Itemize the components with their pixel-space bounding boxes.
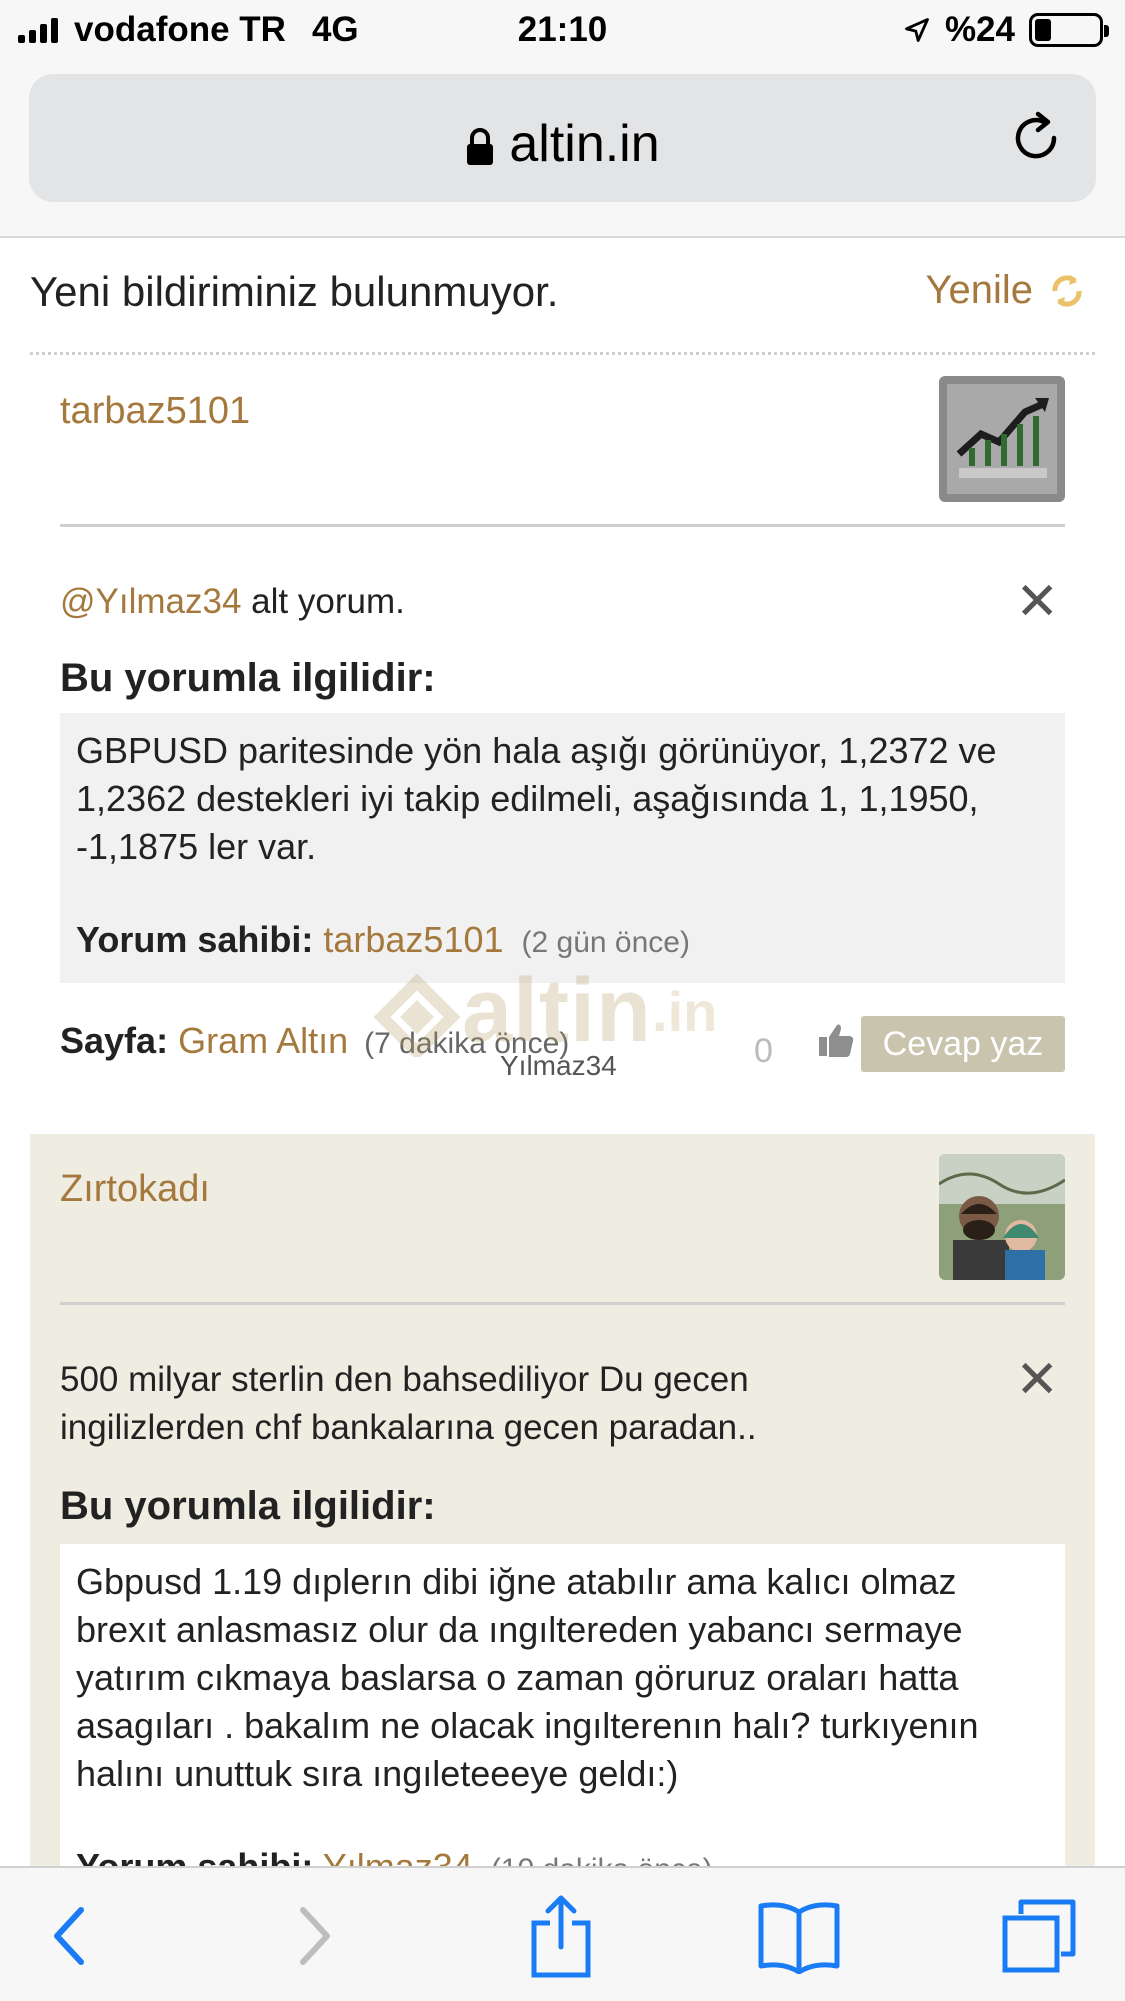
related-heading: Bu yorumla ilgilidir:: [60, 656, 436, 700]
browser-header: altin.in: [0, 62, 1125, 238]
battery-percent: %24: [944, 10, 1015, 49]
owner-name[interactable]: Yılmaz34: [323, 1846, 473, 1866]
comment-text: @Yılmaz34 alt yorum.: [60, 578, 940, 626]
forward-button[interactable]: [270, 1896, 360, 1976]
bookmarks-button[interactable]: [754, 1896, 844, 1976]
owner-time: (2 gün önce): [521, 926, 690, 959]
tabs-button[interactable]: [994, 1896, 1084, 1976]
lock-icon: [467, 128, 494, 166]
refresh-button[interactable]: Yenile: [925, 268, 1087, 313]
address-bar[interactable]: altin.in: [29, 74, 1096, 202]
comment-owner: Yorum sahibi: Yılmaz34 (10 dakika önce): [76, 1846, 1049, 1866]
url-text: altin.in: [509, 115, 660, 173]
card-divider: [60, 1302, 1065, 1305]
tabs-icon: [1002, 1899, 1076, 1973]
forward-icon: [300, 1907, 330, 1965]
avatar[interactable]: [939, 376, 1065, 502]
owner-time: (10 dakika önce): [491, 1853, 713, 1866]
bookmarks-icon: [758, 1902, 840, 1974]
page-label: Sayfa:: [60, 1020, 169, 1061]
close-icon[interactable]: ✕: [1015, 1354, 1059, 1406]
comment-username[interactable]: tarbaz5101: [60, 390, 250, 433]
reload-icon[interactable]: [1008, 110, 1064, 166]
avatar[interactable]: [939, 1154, 1065, 1280]
comment-card: Zırtokadı 500 milyar sterlin den bahsedi…: [30, 1134, 1095, 1866]
refresh-icon: [1052, 274, 1082, 307]
browser-toolbar: [0, 1866, 1125, 2001]
page-content: Yeni bildiriminiz bulunmuyor. Yenile tar…: [0, 238, 1125, 1866]
like-count: 0: [754, 1032, 773, 1070]
chart-avatar-image: [939, 376, 1065, 502]
separator: [30, 352, 1095, 355]
back-button[interactable]: [24, 1896, 114, 1976]
share-button[interactable]: [516, 1895, 606, 1978]
page-link[interactable]: Gram Altın: [178, 1020, 348, 1061]
owner-label: Yorum sahibi:: [76, 919, 314, 960]
back-icon: [54, 1907, 84, 1965]
share-icon: [531, 1895, 591, 1978]
owner-name[interactable]: tarbaz5101: [323, 919, 503, 960]
status-bar: vodafone TR 4G 21:10 %24: [0, 0, 1125, 62]
quoted-comment: Gbpusd 1.19 dıplerın dibi iğne atabılır …: [60, 1544, 1065, 1866]
refresh-label: Yenile: [925, 268, 1033, 312]
close-icon[interactable]: ✕: [1015, 576, 1059, 628]
reply-button[interactable]: Cevap yaz: [861, 1016, 1065, 1072]
quoted-comment: GBPUSD paritesinde yön hala aşığı görünü…: [60, 713, 1065, 983]
comment-username[interactable]: Zırtokadı: [60, 1168, 210, 1211]
thumbs-up-icon[interactable]: [816, 1020, 856, 1060]
quoted-text: GBPUSD paritesinde yön hala aşığı görünü…: [76, 730, 997, 867]
location-icon: [905, 18, 929, 42]
quoted-text: Gbpusd 1.19 dıplerın dibi iğne atabılır …: [76, 1561, 979, 1794]
notification-message: Yeni bildiriminiz bulunmuyor.: [30, 268, 559, 315]
photo-avatar-image: [939, 1154, 1065, 1280]
card-divider: [60, 524, 1065, 527]
status-right: %24: [903, 10, 1109, 50]
page-row: Sayfa: Gram Altın (7 dakika önce) Yılmaz…: [60, 1016, 1065, 1081]
mention-link[interactable]: @Yılmaz34: [60, 582, 241, 621]
comment-text: 500 milyar sterlin den bahsediliyor Du g…: [60, 1360, 757, 1447]
comment-owner: Yorum sahibi: tarbaz5101 (2 gün önce): [76, 919, 1049, 961]
hover-username: Yılmaz34: [500, 1050, 617, 1081]
battery-icon: [1029, 13, 1109, 47]
related-heading: Bu yorumla ilgilidir:: [60, 1484, 436, 1528]
owner-label: Yorum sahibi:: [76, 1846, 313, 1866]
page-info: Sayfa: Gram Altın (7 dakika önce): [60, 1020, 569, 1062]
comment-body: alt yorum.: [251, 582, 405, 621]
